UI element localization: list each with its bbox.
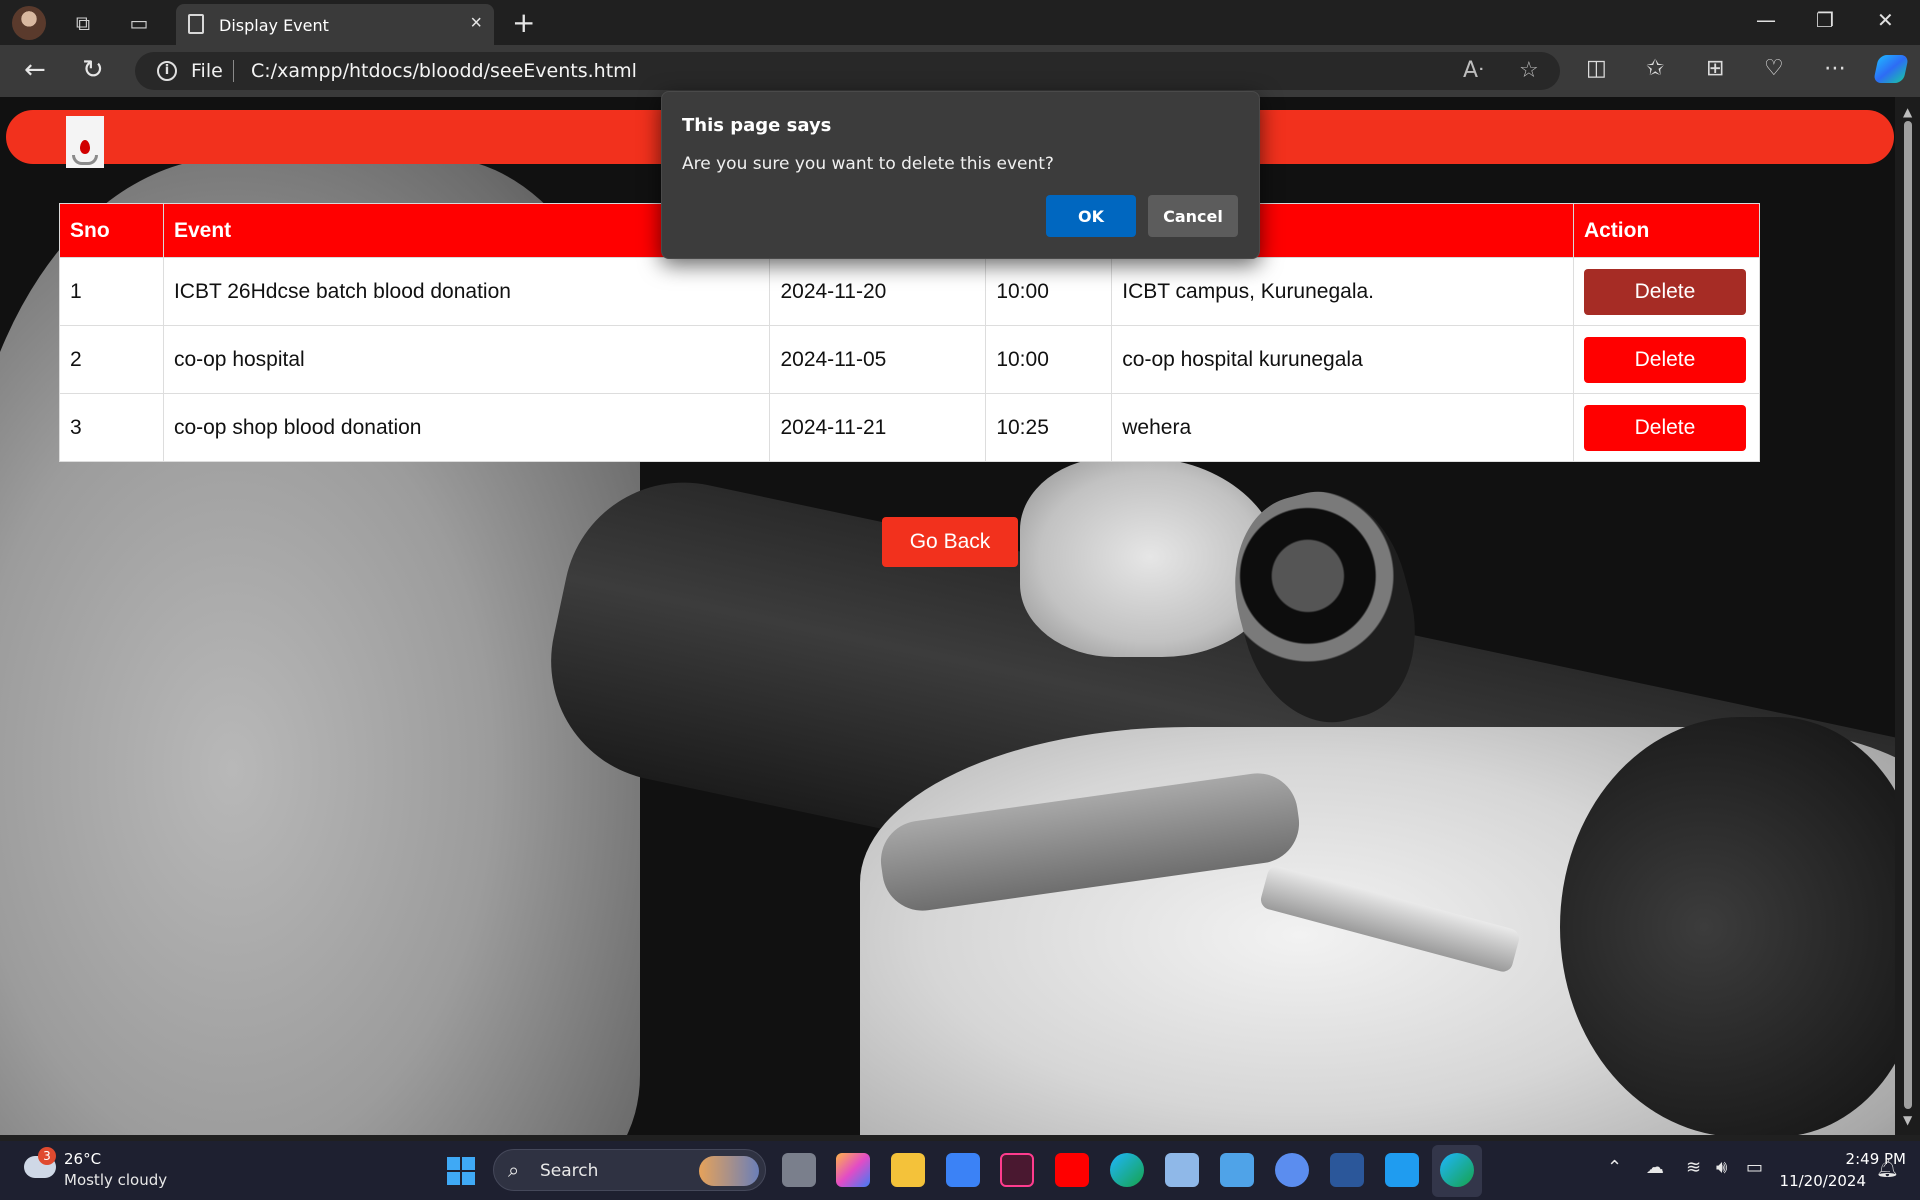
tab-display-event[interactable]: Display Event × — [176, 4, 494, 45]
delete-button[interactable]: Delete — [1583, 268, 1746, 315]
copilot-app-icon[interactable] — [836, 1153, 870, 1187]
delete-button[interactable]: Delete — [1583, 404, 1746, 451]
search-icon: ⌕ — [508, 1158, 520, 1182]
address-bar[interactable]: i File C:/xampp/htdocs/bloodd/seeEvents.… — [135, 52, 1560, 90]
battery-icon[interactable]: ▭ — [1746, 1157, 1763, 1178]
scroll-up-icon[interactable]: ▲ — [1903, 105, 1912, 119]
onedrive-icon[interactable]: ☁ — [1646, 1157, 1664, 1178]
app-icon[interactable] — [1275, 1153, 1309, 1187]
cell-action: Delete — [1572, 325, 1761, 394]
cell-location: wehera — [1111, 393, 1574, 462]
search-highlight-image — [699, 1156, 759, 1186]
cell-action: Delete — [1572, 257, 1761, 326]
delete-button[interactable]: Delete — [1583, 336, 1746, 383]
table-row: 1 ICBT 26Hdcse batch blood donation 2024… — [59, 257, 1761, 326]
more-menu-icon[interactable]: ⋯ — [1824, 56, 1846, 81]
cell-action: Delete — [1572, 393, 1761, 462]
clock-date[interactable]: 11/20/2024 — [1766, 1172, 1866, 1190]
cell-time: 10:00 — [985, 257, 1113, 326]
cell-time: 10:00 — [985, 325, 1113, 394]
vscode-icon[interactable] — [1385, 1153, 1419, 1187]
cell-location: ICBT campus, Kurunegala. — [1111, 257, 1574, 326]
page-scrollbar[interactable]: ▲ ▼ — [1895, 97, 1920, 1135]
taskbar-search[interactable]: ⌕ Search — [493, 1149, 766, 1191]
word-icon[interactable] — [1330, 1153, 1364, 1187]
back-arrow-icon[interactable]: ← — [24, 55, 46, 85]
start-button[interactable] — [447, 1157, 475, 1185]
collections-icon[interactable]: ⊞ — [1706, 56, 1724, 81]
edge-active-icon[interactable] — [1440, 1153, 1474, 1187]
column-header-sno: Sno — [59, 203, 164, 258]
cell-time: 10:25 — [985, 393, 1113, 462]
tab-actions-icon[interactable]: ▭ — [126, 10, 152, 36]
weather-description[interactable]: Mostly cloudy — [64, 1171, 167, 1189]
windows-taskbar: 3 26°C Mostly cloudy ⌕ Search ⌃ ☁ ≋ 🔊︎ ▭… — [0, 1141, 1920, 1200]
minimize-button[interactable]: — — [1756, 8, 1776, 32]
url-text[interactable]: C:/xampp/htdocs/bloodd/seeEvents.html — [251, 60, 637, 82]
column-header-action: Action — [1572, 203, 1761, 258]
paint-icon[interactable] — [1220, 1153, 1254, 1187]
favorite-star-icon[interactable]: ☆ — [1519, 58, 1539, 83]
profile-avatar[interactable] — [12, 6, 46, 40]
page-icon — [188, 14, 204, 34]
cell-date: 2024-11-20 — [769, 257, 987, 326]
url-separator — [233, 60, 234, 82]
ok-button[interactable]: OK — [1046, 195, 1136, 237]
notification-bell-icon[interactable]: 🔔︎ — [1876, 1158, 1899, 1179]
refresh-icon[interactable]: ↻ — [82, 55, 104, 85]
confirm-dialog: This page says Are you sure you want to … — [661, 91, 1260, 259]
dialog-title: This page says — [682, 115, 832, 136]
indesign-icon[interactable] — [1000, 1153, 1034, 1187]
close-window-button[interactable]: ✕ — [1877, 8, 1894, 32]
cell-location: co-op hospital kurunegala — [1111, 325, 1574, 394]
cell-event: co-op hospital — [162, 325, 771, 394]
split-screen-icon[interactable]: ◫ — [1586, 56, 1607, 81]
file-label: File — [191, 60, 223, 82]
wifi-icon[interactable]: ≋ — [1686, 1157, 1701, 1178]
info-icon[interactable]: i — [157, 61, 177, 81]
task-view-icon[interactable] — [782, 1153, 816, 1187]
cell-event: ICBT 26Hdcse batch blood donation — [162, 257, 771, 326]
tab-title: Display Event — [219, 16, 329, 35]
blood-drop-logo[interactable] — [66, 116, 104, 168]
youtube-icon[interactable] — [1055, 1153, 1089, 1187]
cell-date: 2024-11-05 — [769, 325, 987, 394]
search-label: Search — [540, 1161, 599, 1181]
address-toolbar: ← ↻ i File C:/xampp/htdocs/bloodd/seeEve… — [0, 45, 1920, 97]
photos-icon[interactable] — [1165, 1153, 1199, 1187]
weather-temperature[interactable]: 26°C — [64, 1150, 101, 1168]
blood-drop-icon — [80, 140, 90, 154]
store-icon[interactable] — [946, 1153, 980, 1187]
workspaces-icon[interactable]: ⧉ — [70, 10, 96, 36]
favorites-icon[interactable]: ✩ — [1646, 56, 1664, 81]
weather-badge: 3 — [38, 1147, 56, 1165]
browser-essentials-icon[interactable]: ♡ — [1764, 56, 1784, 81]
tray-chevron-icon[interactable]: ⌃ — [1607, 1157, 1622, 1178]
cell-sno: 2 — [59, 325, 164, 394]
close-tab-icon[interactable]: × — [470, 12, 482, 35]
restore-button[interactable]: ❐ — [1816, 8, 1834, 32]
scroll-thumb[interactable] — [1904, 121, 1912, 1109]
cell-sno: 1 — [59, 257, 164, 326]
cell-event: co-op shop blood donation — [162, 393, 771, 462]
cancel-button[interactable]: Cancel — [1148, 195, 1238, 237]
cell-date: 2024-11-21 — [769, 393, 987, 462]
cell-sno: 3 — [59, 393, 164, 462]
dialog-message: Are you sure you want to delete this eve… — [682, 154, 1054, 174]
volume-icon[interactable]: 🔊︎ — [1716, 1157, 1727, 1178]
hands-icon — [72, 155, 98, 165]
table-row: 2 co-op hospital 2024-11-05 10:00 co-op … — [59, 325, 1761, 394]
edge-icon[interactable] — [1110, 1153, 1144, 1187]
browser-title-bar: ⧉ ▭ Display Event × + — ❐ ✕ — [0, 0, 1920, 45]
read-aloud-icon[interactable]: Aᐧ — [1463, 58, 1484, 83]
table-row: 3 co-op shop blood donation 2024-11-21 1… — [59, 393, 1761, 462]
new-tab-button[interactable]: + — [512, 6, 535, 39]
file-explorer-icon[interactable] — [891, 1153, 925, 1187]
go-back-button[interactable]: Go Back — [882, 517, 1018, 567]
scroll-down-icon[interactable]: ▼ — [1903, 1113, 1912, 1127]
